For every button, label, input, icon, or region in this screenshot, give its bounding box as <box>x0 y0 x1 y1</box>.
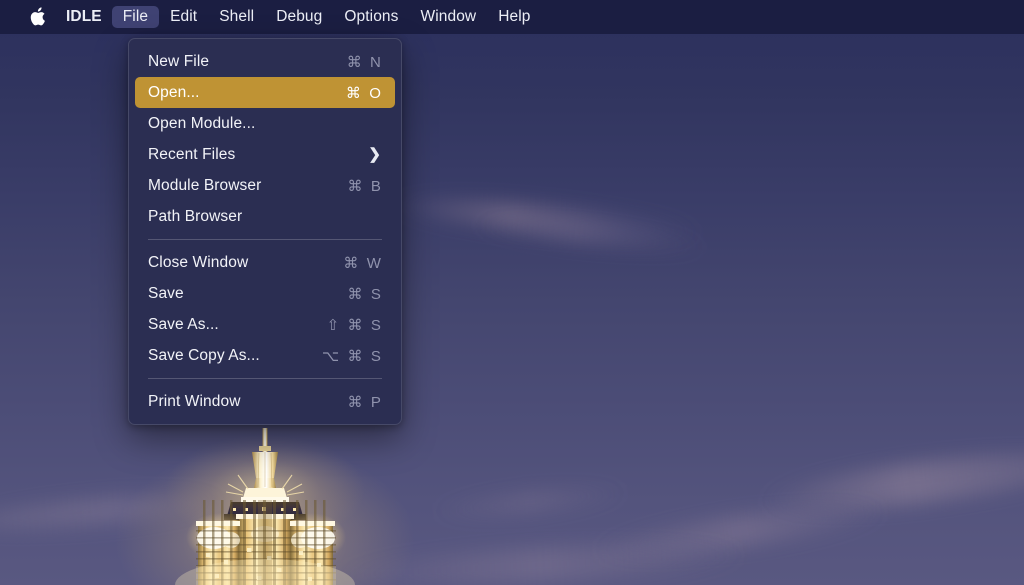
menu-item-new-file[interactable]: New File ⌘ N <box>135 46 395 77</box>
menu-bar-item-shell[interactable]: Shell <box>208 6 265 28</box>
menu-bar-item-edit[interactable]: Edit <box>159 6 208 28</box>
menu-item-shortcut: ⌘ O <box>346 84 383 102</box>
menu-item-label: Save <box>148 285 184 303</box>
menu-bar-app-name[interactable]: IDLE <box>56 6 112 28</box>
menu-item-shortcut: ⌘ S <box>348 285 383 303</box>
menu-item-shortcut: ⌘ P <box>348 393 383 411</box>
menu-bar-item-file[interactable]: File <box>112 6 159 28</box>
menu-item-label: Open... <box>148 84 200 102</box>
menu-item-open[interactable]: Open... ⌘ O <box>135 77 395 108</box>
menu-item-open-module[interactable]: Open Module... <box>135 108 395 139</box>
menu-item-label: Close Window <box>148 254 248 272</box>
menu-item-shortcut: ⌘ N <box>347 53 383 71</box>
menu-item-label: Module Browser <box>148 177 261 195</box>
apple-logo-icon[interactable] <box>22 0 52 34</box>
menu-item-save-as[interactable]: Save As... ⇧ ⌘ S <box>135 309 395 340</box>
menu-item-save-copy-as[interactable]: Save Copy As... ⌥ ⌘ S <box>135 340 395 371</box>
menu-separator <box>148 378 382 379</box>
menu-item-label: Save Copy As... <box>148 347 260 365</box>
chevron-right-icon: ❯ <box>368 147 381 162</box>
menu-item-label: Print Window <box>148 393 241 411</box>
menu-item-label: Recent Files <box>148 146 235 164</box>
menu-item-recent-files[interactable]: Recent Files ❯ <box>135 139 395 170</box>
menu-item-shortcut: ⇧ ⌘ S <box>327 316 383 334</box>
menu-item-save[interactable]: Save ⌘ S <box>135 278 395 309</box>
menu-separator <box>148 239 382 240</box>
macos-menu-bar: IDLE File Edit Shell Debug Options Windo… <box>0 0 1024 34</box>
menu-bar-item-options[interactable]: Options <box>333 6 409 28</box>
menu-item-shortcut: ⌘ B <box>348 177 383 195</box>
menu-item-label: Path Browser <box>148 208 242 226</box>
menu-bar-item-help[interactable]: Help <box>487 6 541 28</box>
menu-item-print-window[interactable]: Print Window ⌘ P <box>135 386 395 417</box>
menu-item-label: Save As... <box>148 316 219 334</box>
menu-item-label: New File <box>148 53 209 71</box>
menu-item-shortcut: ⌥ ⌘ S <box>322 347 383 365</box>
menu-item-label: Open Module... <box>148 115 255 133</box>
menu-item-close-window[interactable]: Close Window ⌘ W <box>135 247 395 278</box>
desktop-screen: IDLE File Edit Shell Debug Options Windo… <box>0 0 1024 585</box>
menu-item-shortcut: ⌘ W <box>343 254 383 272</box>
menu-item-path-browser[interactable]: Path Browser <box>135 201 395 232</box>
menu-item-module-browser[interactable]: Module Browser ⌘ B <box>135 170 395 201</box>
menu-bar-item-window[interactable]: Window <box>410 6 488 28</box>
menu-bar-item-debug[interactable]: Debug <box>265 6 333 28</box>
file-menu-dropdown: New File ⌘ N Open... ⌘ O Open Module... … <box>128 38 402 425</box>
